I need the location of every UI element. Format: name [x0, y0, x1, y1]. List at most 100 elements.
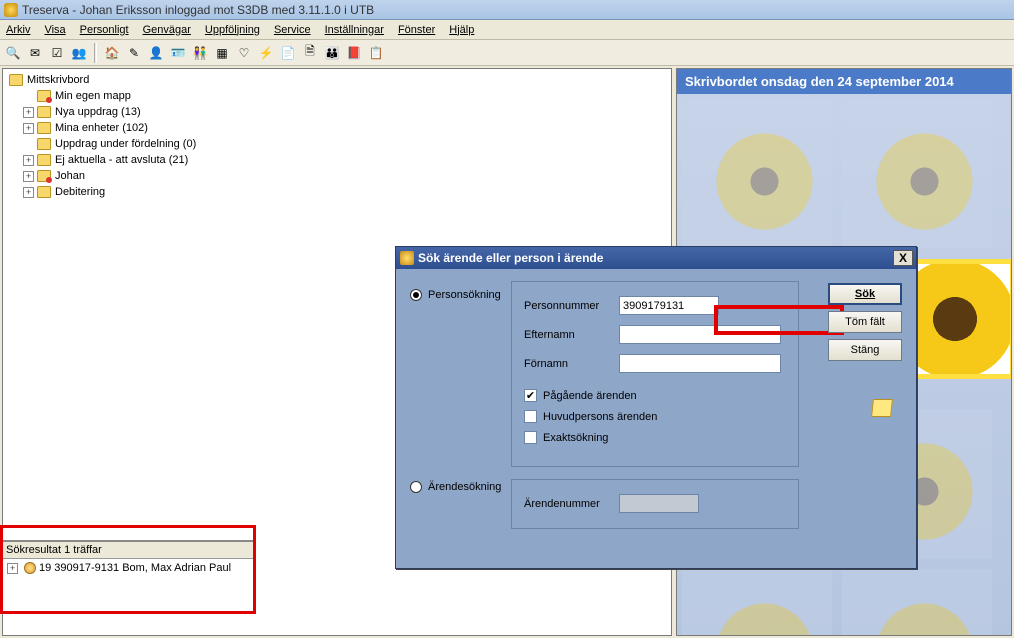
sok-button[interactable]: Sök [828, 283, 902, 305]
toolbar-person-icon[interactable]: 👤 [147, 44, 165, 62]
tree-item-nyauppdrag[interactable]: +Nya uppdrag (13) [9, 104, 665, 120]
toolbar-mail-icon[interactable]: ✉ [26, 44, 44, 62]
checkbox-icon: ✔ [524, 389, 537, 402]
sunflower-tile [682, 569, 832, 636]
stang-button[interactable]: Stäng [828, 339, 902, 361]
menu-genvagar[interactable]: Genvägar [143, 24, 191, 36]
label-personnummer: Personnummer [524, 300, 619, 312]
toolbar-pencil-icon[interactable]: ✎ [125, 44, 143, 62]
radio-label: Personsökning [428, 289, 501, 301]
checkbox-exakt[interactable]: Exaktsökning [524, 431, 786, 444]
toolbar-card-icon[interactable]: 🪪 [169, 44, 187, 62]
input-arendenummer [619, 494, 699, 513]
menu-service[interactable]: Service [274, 24, 311, 36]
search-result-text: 19 390917-9131 Bom, Max Adrian Paul [39, 562, 231, 574]
toolbar-binoculars-icon[interactable]: 🔍 [4, 44, 22, 62]
sunflower-tile [842, 99, 992, 249]
menu-personligt[interactable]: Personligt [80, 24, 129, 36]
toolbar-bolt-icon[interactable]: ⚡ [257, 44, 275, 62]
input-fornamn[interactable] [619, 354, 781, 373]
input-efternamn[interactable] [619, 325, 781, 344]
menu-fonster[interactable]: Fönster [398, 24, 435, 36]
expand-icon[interactable]: + [23, 123, 34, 134]
tree-root[interactable]: Mittskrivbord [9, 72, 665, 88]
checkbox-huvudperson[interactable]: Huvudpersons ärenden [524, 410, 786, 423]
tree-item-johan[interactable]: + Johan [9, 168, 665, 184]
dialog-title: Sök ärende eller person i ärende [418, 251, 603, 265]
menu-installningar[interactable]: Inställningar [325, 24, 384, 36]
tree-item-label: Debitering [55, 186, 105, 198]
checkbox-label: Pågående ärenden [543, 390, 637, 402]
folder-icon [37, 154, 51, 166]
case-search-fieldset: Ärendenummer [511, 479, 799, 529]
toolbar-home-icon[interactable]: 🏠 [103, 44, 121, 62]
label-fornamn: Förnamn [524, 358, 619, 370]
folder-icon [37, 170, 51, 182]
menu-hjalp[interactable]: Hjälp [449, 24, 474, 36]
window-title: Treserva - Johan Eriksson inloggad mot S… [22, 3, 374, 17]
dialog-titlebar[interactable]: Sök ärende eller person i ärende X [396, 247, 916, 269]
expand-icon[interactable]: + [23, 187, 34, 198]
toolbar-couple-icon[interactable]: 👫 [191, 44, 209, 62]
menu-visa[interactable]: Visa [44, 24, 65, 36]
tree-item-ejaktuella[interactable]: +Ej aktuella - att avsluta (21) [9, 152, 665, 168]
menu-arkiv[interactable]: Arkiv [6, 24, 30, 36]
search-result-header: Sökresultat 1 träffar [2, 542, 255, 558]
folder-icon [37, 90, 51, 102]
toolbar-heart-icon[interactable]: ♡ [235, 44, 253, 62]
toolbar-checklist-icon[interactable]: ☑ [48, 44, 66, 62]
search-result-panel: Sökresultat 1 träffar + 19 390917-9131 B… [2, 540, 255, 614]
toolbar-copy-icon[interactable]: 📄 [279, 44, 297, 62]
menu-uppfoljning[interactable]: Uppföljning [205, 24, 260, 36]
tree-item-label: Johan [55, 170, 85, 182]
toolbar-sheet-icon[interactable]: 📋 [367, 44, 385, 62]
dialog-close-button[interactable]: X [893, 250, 913, 266]
desktop-title: Skrivbordet onsdag den 24 september 2014 [677, 69, 1011, 94]
tom-falt-button[interactable]: Töm fält [828, 311, 902, 333]
toolbar-grid-icon[interactable]: ▦ [213, 44, 231, 62]
sunflower-tile [682, 99, 832, 249]
tree-item-debitering[interactable]: + Debitering [9, 184, 665, 200]
input-personnummer[interactable] [619, 296, 719, 315]
menu-bar: Arkiv Visa Personligt Genvägar Uppföljni… [0, 20, 1014, 40]
person-icon [24, 562, 36, 574]
checkbox-label: Exaktsökning [543, 432, 608, 444]
tree-item-minaenheter[interactable]: + Mina enheter (102) [9, 120, 665, 136]
expand-icon[interactable]: + [23, 155, 34, 166]
checkbox-pagaende[interactable]: ✔ Pågående ärenden [524, 389, 786, 402]
radio-icon [410, 289, 422, 301]
search-result-row[interactable]: + 19 390917-9131 Bom, Max Adrian Paul [7, 562, 250, 574]
person-search-fieldset: Personnummer Efternamn Förnamn ✔ Pågåend… [511, 281, 799, 467]
tree-root-label: Mittskrivbord [27, 74, 89, 86]
checkbox-icon [524, 410, 537, 423]
tree-item-label: Min egen mapp [55, 90, 131, 102]
label-arendenummer: Ärendenummer [524, 498, 619, 510]
folder-icon [37, 106, 51, 118]
toolbar-family-icon[interactable]: 👪 [323, 44, 341, 62]
expand-icon[interactable]: + [23, 107, 34, 118]
tree-item-uppdragfordelning[interactable]: Uppdrag under fördelning (0) [9, 136, 665, 152]
folder-icon [37, 186, 51, 198]
radio-personsokning[interactable]: Personsökning [410, 289, 501, 301]
toolbar-separator [94, 43, 97, 63]
search-dialog: Sök ärende eller person i ärende X Perso… [395, 246, 917, 569]
checkbox-icon [524, 431, 537, 444]
radio-icon [410, 481, 422, 493]
window-titlebar: Treserva - Johan Eriksson inloggad mot S… [0, 0, 1014, 20]
tree-item-label: Mina enheter (102) [55, 122, 148, 134]
toolbar-book-icon[interactable]: 📕 [345, 44, 363, 62]
sunflower-tile [842, 569, 992, 636]
expand-icon[interactable]: + [7, 563, 18, 574]
dialog-icon [400, 251, 414, 265]
toolbar: 🔍 ✉ ☑ 👥 🏠 ✎ 👤 🪪 👫 ▦ ♡ ⚡ 📄 🗎 👪 📕 📋 [0, 40, 1014, 66]
folder-icon [37, 122, 51, 134]
toolbar-people-icon[interactable]: 👥 [70, 44, 88, 62]
tree-item-minegenmapp[interactable]: Min egen mapp [9, 88, 665, 104]
expand-icon[interactable]: + [23, 171, 34, 182]
label-efternamn: Efternamn [524, 329, 619, 341]
note-icon[interactable] [871, 399, 893, 417]
radio-arendesokning[interactable]: Ärendesökning [410, 481, 501, 493]
radio-label: Ärendesökning [428, 481, 501, 493]
toolbar-doc-icon[interactable]: 🗎 [301, 44, 319, 62]
folder-icon [37, 138, 51, 150]
